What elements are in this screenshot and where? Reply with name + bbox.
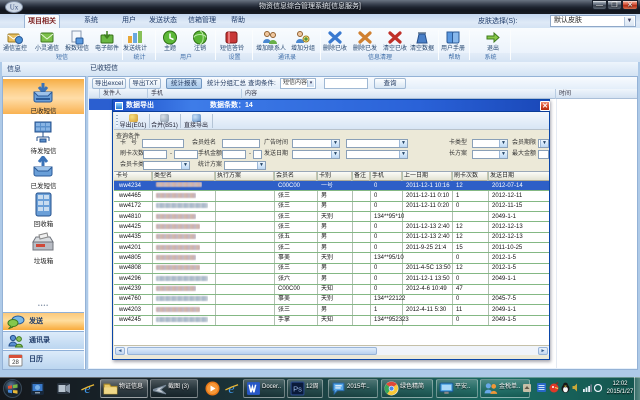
svg-text:28: 28 bbox=[12, 360, 19, 366]
svg-text:Ux: Ux bbox=[10, 4, 19, 12]
svg-text:Ps: Ps bbox=[293, 385, 302, 394]
